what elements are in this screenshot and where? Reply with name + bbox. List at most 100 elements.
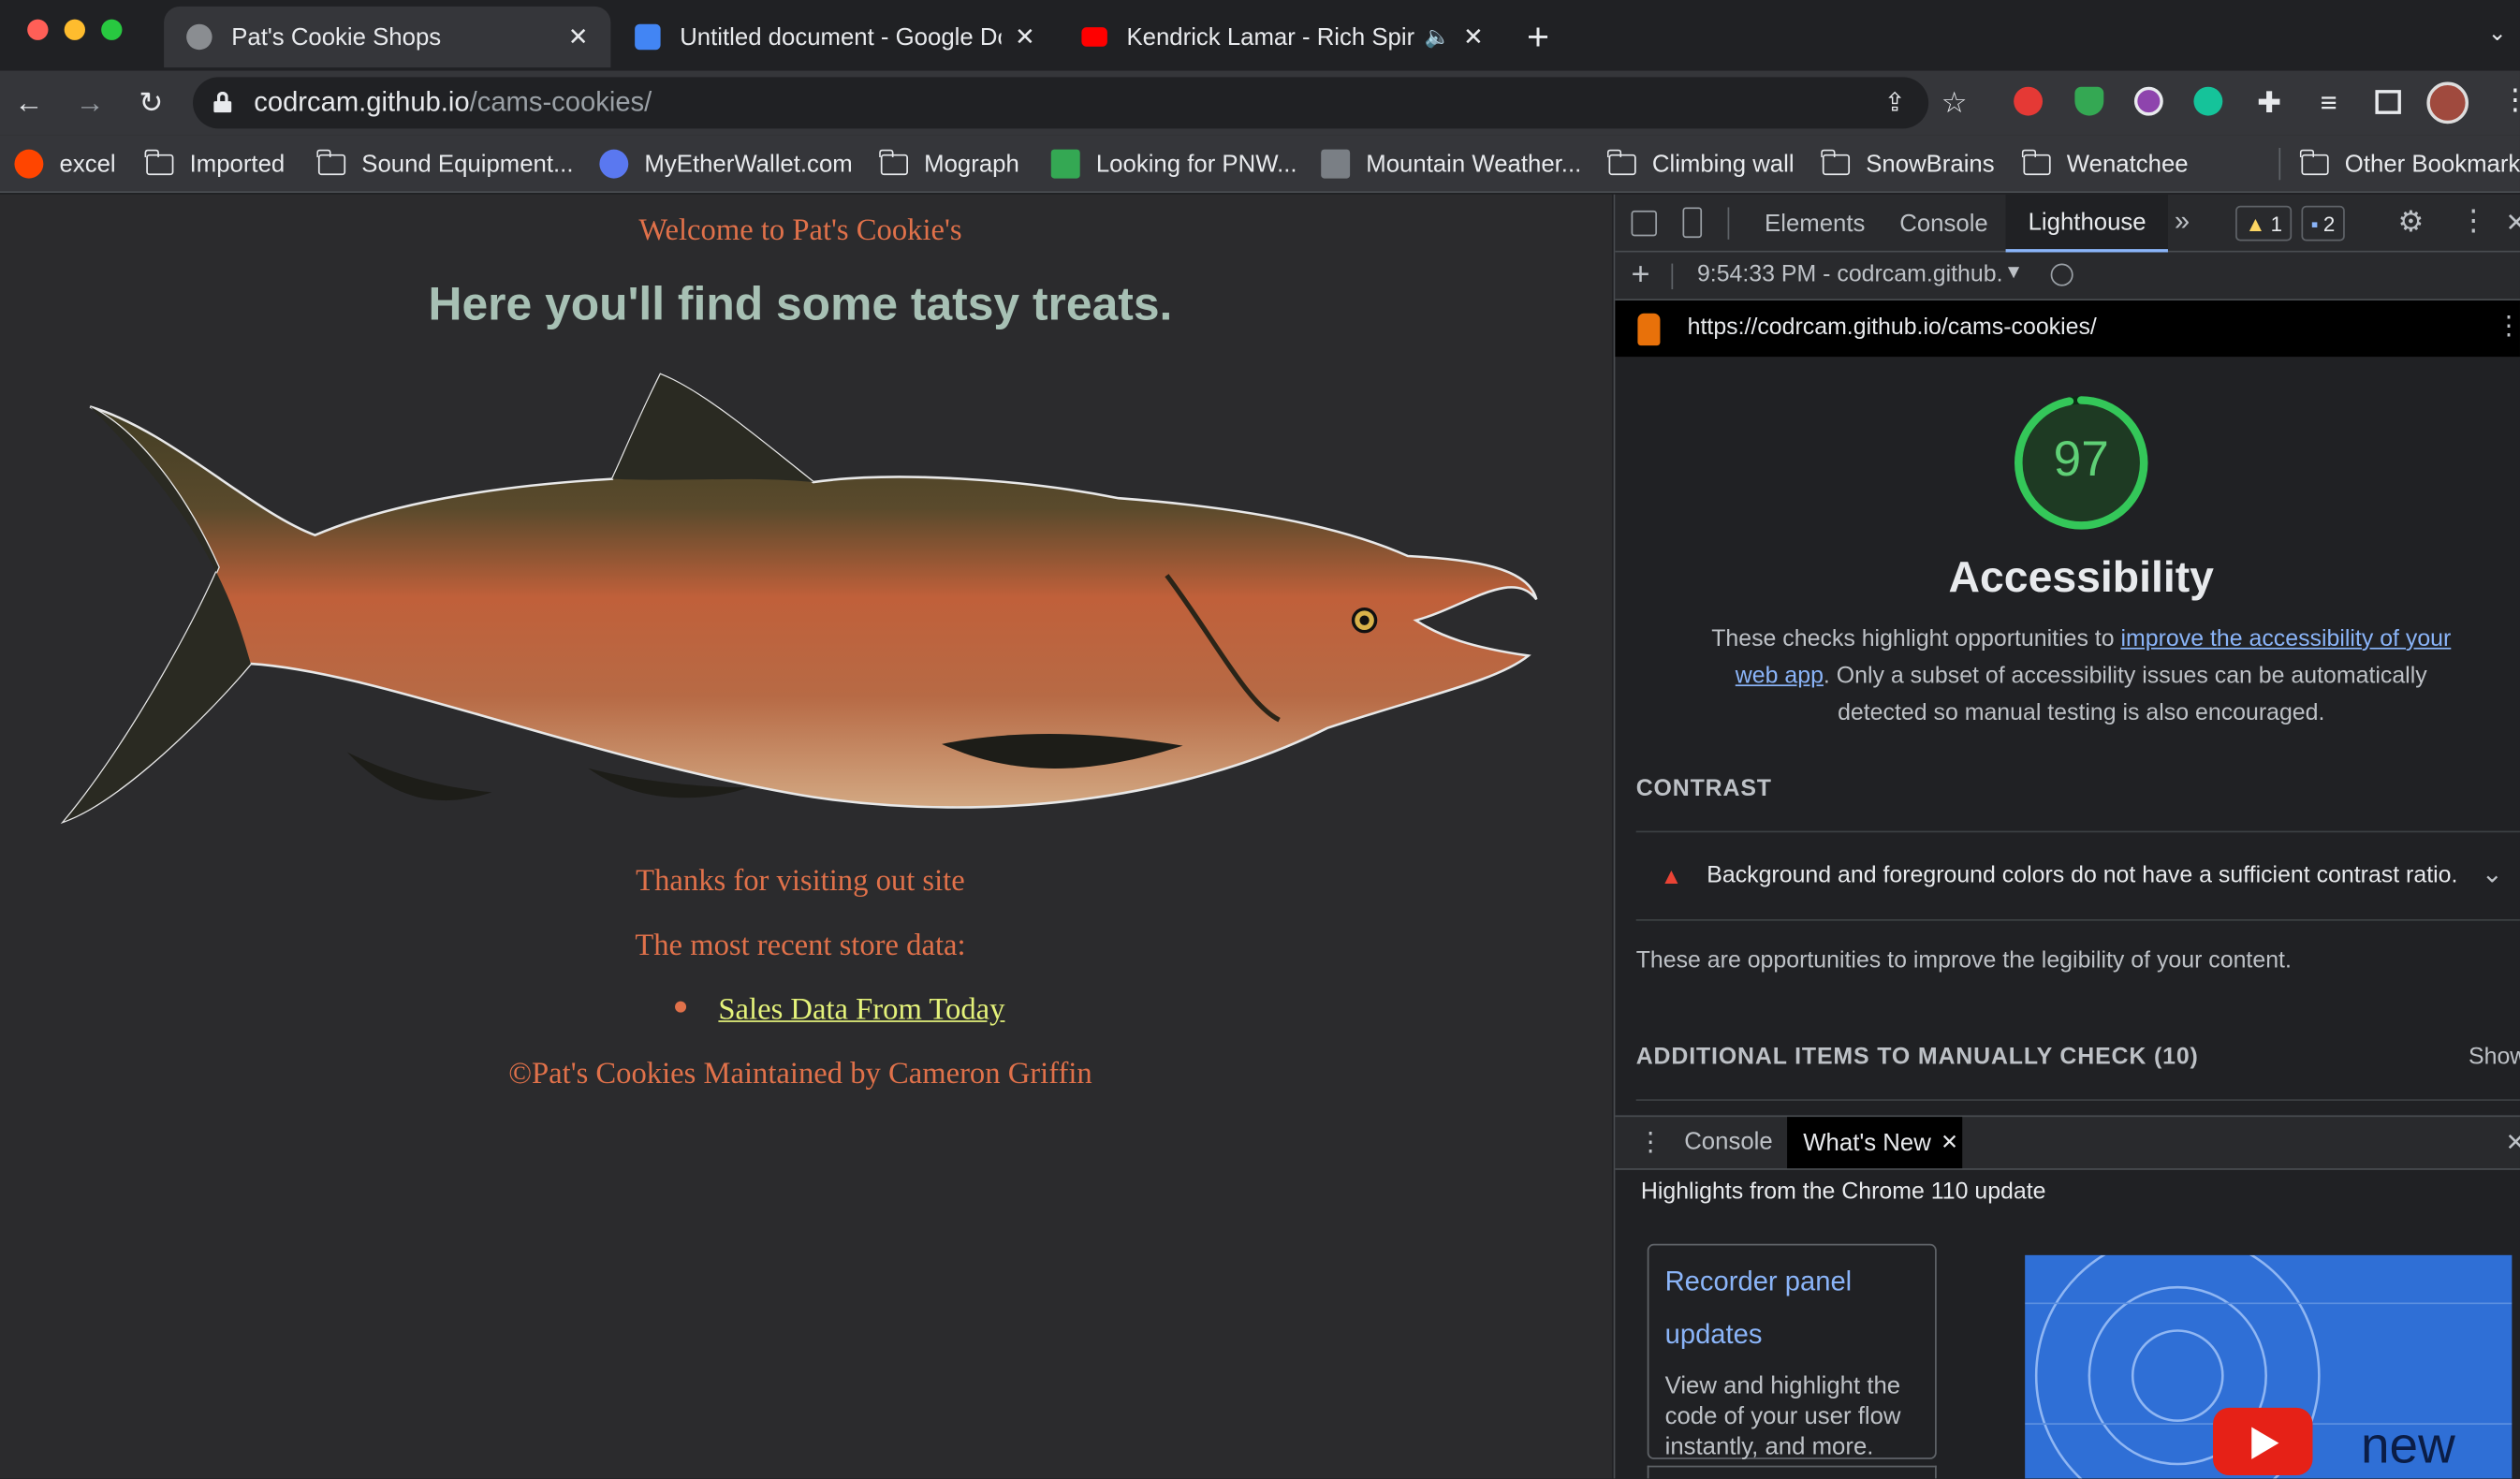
tab-youtube[interactable]: Kendrick Lamar - Rich Spirit 🔈 ✕ bbox=[1059, 7, 1505, 67]
recent-data-text: The most recent store data: bbox=[635, 929, 966, 963]
thanks-text: Thanks for visiting out site bbox=[636, 864, 965, 899]
tab-console[interactable]: Console bbox=[1877, 195, 2011, 253]
menu-icon[interactable]: ⋮ bbox=[2500, 83, 2520, 117]
drawer-tab-console[interactable]: Console bbox=[1662, 1115, 1795, 1168]
side-panel-icon[interactable] bbox=[2375, 90, 2401, 114]
score-value: 97 bbox=[2053, 431, 2109, 488]
youtube-play-button[interactable] bbox=[2213, 1407, 2313, 1476]
close-tab-icon[interactable]: ✕ bbox=[1941, 1130, 1958, 1155]
close-drawer-icon[interactable]: ✕ bbox=[2505, 1128, 2519, 1157]
more-tabs-icon[interactable]: » bbox=[2175, 206, 2190, 238]
card-title[interactable]: Recorder panel updates bbox=[1665, 1255, 1919, 1361]
sales-data-link[interactable]: Sales Data From Today bbox=[718, 993, 1004, 1029]
section-divider bbox=[1635, 919, 2520, 921]
inspect-element-icon[interactable] bbox=[1631, 210, 1658, 237]
settings-gear-icon[interactable]: ⚙ bbox=[2397, 206, 2424, 240]
new-tab-icon[interactable]: + bbox=[1527, 16, 1549, 61]
report-selector[interactable]: 9:54:33 PM - codrcam.github. bbox=[1697, 262, 2003, 287]
url-text[interactable]: codrcam.github.io/cams-cookies/ bbox=[254, 87, 652, 119]
contrast-heading: CONTRAST bbox=[1635, 776, 1772, 802]
avatar[interactable] bbox=[2426, 81, 2469, 124]
page-headline: Here you'll find some tatsy treats. bbox=[428, 279, 1173, 331]
page-footer: ©Pat's Cookies Maintained by Cameron Gri… bbox=[508, 1057, 1092, 1091]
bookmark-wenatchee[interactable]: Wenatchee bbox=[2022, 146, 2189, 182]
close-tab-icon[interactable]: ✕ bbox=[568, 22, 589, 51]
tab-divider bbox=[1727, 207, 1730, 240]
youtube-icon bbox=[1081, 27, 1107, 47]
tab-lighthouse[interactable]: Lighthouse bbox=[2005, 194, 2169, 253]
bookmark-mograph[interactable]: Mograph bbox=[879, 146, 1019, 182]
media-queue-icon[interactable]: ≡ bbox=[2309, 83, 2348, 122]
folder-icon bbox=[879, 148, 908, 175]
new-report-icon[interactable]: + bbox=[1632, 257, 1650, 294]
folder-icon bbox=[2022, 148, 2051, 175]
sheets-icon bbox=[1050, 149, 1080, 179]
section-divider bbox=[1635, 1099, 2520, 1102]
next-card[interactable] bbox=[1647, 1465, 1937, 1479]
close-devtools-icon[interactable]: ✕ bbox=[2505, 207, 2519, 239]
folder-icon bbox=[316, 148, 346, 175]
bookmark-snowbrains[interactable]: SnowBrains bbox=[1821, 146, 1995, 182]
list-bullet bbox=[675, 1001, 687, 1013]
clear-reports-icon[interactable] bbox=[2050, 263, 2073, 286]
adblock-extension-icon[interactable] bbox=[2014, 86, 2044, 116]
bookmark-imported[interactable]: Imported bbox=[145, 146, 285, 182]
bookmark-looking-for-pnw[interactable]: Looking for PNW... bbox=[1050, 146, 1297, 182]
warnings-badge[interactable]: ▲ 1 bbox=[2235, 205, 2293, 242]
folder-icon bbox=[145, 148, 174, 175]
toolbar-divider bbox=[1671, 263, 1674, 290]
extensions-puzzle-icon[interactable]: ✚ bbox=[2250, 83, 2289, 122]
messages-badge[interactable]: ▪ 2 bbox=[2301, 205, 2345, 242]
tab-pats-cookie-shops[interactable]: Pat's Cookie Shops ✕ bbox=[164, 6, 611, 68]
card-body: View and highlight the code of your user… bbox=[1664, 1372, 1901, 1461]
device-toolbar-icon[interactable] bbox=[1682, 207, 1703, 239]
welcome-text: Welcome to Pat's Cookie's bbox=[638, 213, 962, 248]
lighthouse-icon bbox=[1637, 313, 1661, 346]
bookmark-sound-equipment[interactable]: Sound Equipment... bbox=[316, 146, 573, 182]
message-icon: ▪ bbox=[2310, 211, 2319, 236]
grammarly-icon[interactable] bbox=[2193, 86, 2223, 116]
report-url[interactable]: https://codrcam.github.io/cams-cookies/ bbox=[1688, 315, 2097, 340]
tab-google-docs[interactable]: Untitled document - Google Docs ✕ bbox=[612, 7, 1058, 67]
close-tab-icon[interactable]: ✕ bbox=[1463, 22, 1484, 51]
bookmark-mountain-weather[interactable]: Mountain Weather... bbox=[1321, 146, 1581, 182]
folder-icon bbox=[1821, 148, 1851, 175]
chevron-down-icon[interactable]: ⌄ bbox=[2488, 20, 2507, 47]
shield-extension-icon[interactable] bbox=[2074, 86, 2104, 116]
back-icon[interactable]: ← bbox=[9, 83, 48, 122]
dropdown-arrow-icon[interactable]: ▼ bbox=[2004, 260, 2023, 283]
block-extension-icon[interactable] bbox=[2133, 86, 2163, 116]
report-menu-icon[interactable]: ⋮ bbox=[2496, 310, 2520, 342]
speaker-icon[interactable]: 🔈 bbox=[1424, 24, 1450, 50]
close-window-button[interactable] bbox=[27, 19, 49, 40]
bookmarks-divider bbox=[2278, 147, 2281, 181]
expand-chevron-icon[interactable]: ⌄ bbox=[2482, 858, 2503, 890]
folder-icon bbox=[2300, 148, 2329, 175]
drawer-menu-icon[interactable]: ⋮ bbox=[1637, 1126, 1663, 1158]
share-icon[interactable]: ⇪ bbox=[1876, 83, 1914, 122]
show-toggle[interactable]: Show bbox=[2469, 1045, 2520, 1070]
minimize-window-button[interactable] bbox=[64, 19, 85, 40]
category-title: Accessibility bbox=[1948, 552, 2214, 602]
whats-new-card[interactable]: Recorder panel updates View and highligh… bbox=[1647, 1243, 1937, 1461]
tab-elements[interactable]: Elements bbox=[1742, 195, 1887, 253]
bookmark-star-icon[interactable]: ☆ bbox=[1935, 83, 1973, 122]
bookmark-myetherwallet[interactable]: MyEtherWallet.com bbox=[599, 146, 853, 182]
globe-icon bbox=[186, 23, 212, 51]
bookmark-other-bookmarks[interactable]: Other Bookmarks bbox=[2300, 146, 2520, 182]
salmon-image bbox=[60, 373, 1538, 825]
opportunities-text: These are opportunities to improve the l… bbox=[1635, 947, 2292, 974]
devtools-menu-icon[interactable]: ⋮ bbox=[2459, 204, 2488, 238]
video-thumbnail[interactable]: new bbox=[2025, 1254, 2513, 1479]
manual-check-heading[interactable]: ADDITIONAL ITEMS TO MANUALLY CHECK (10) bbox=[1636, 1045, 2199, 1070]
maximize-window-button[interactable] bbox=[101, 19, 123, 40]
drawer-tab-whats-new[interactable]: What's New ✕ bbox=[1787, 1117, 1963, 1169]
bookmark-excel[interactable]: excel bbox=[14, 146, 116, 182]
bookmark-climbing-wall[interactable]: Climbing wall bbox=[1607, 146, 1795, 182]
play-icon bbox=[2251, 1427, 2279, 1459]
reload-icon[interactable]: ↻ bbox=[132, 83, 170, 122]
close-tab-icon[interactable]: ✕ bbox=[1015, 22, 1035, 51]
wallet-icon bbox=[599, 149, 629, 179]
lock-icon bbox=[213, 91, 232, 113]
forward-icon[interactable]: → bbox=[71, 83, 110, 122]
